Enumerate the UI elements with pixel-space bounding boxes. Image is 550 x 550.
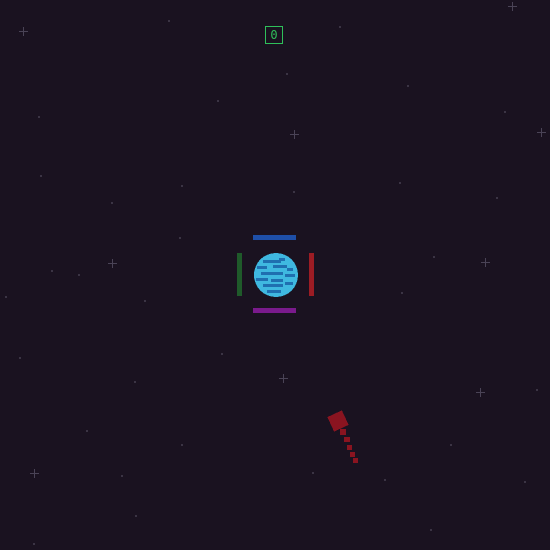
star-dot: [433, 256, 435, 258]
star-dot: [430, 529, 432, 531]
star-dot: [121, 475, 123, 477]
score-counter: 0: [265, 26, 283, 44]
star-dot: [181, 185, 183, 187]
star-dot: [524, 481, 526, 483]
star-dot: [144, 300, 146, 302]
star-dot: [399, 182, 401, 184]
star-icon: [508, 2, 517, 11]
star-dot: [504, 111, 506, 113]
shield-bottom: [253, 308, 296, 313]
star-icon: [537, 128, 546, 137]
star-dot: [40, 175, 42, 177]
star-dot: [536, 389, 538, 391]
shield-right: [309, 253, 314, 296]
star-dot: [384, 479, 386, 481]
star-dot: [19, 357, 21, 359]
star-dot: [312, 472, 314, 474]
planet-icon: [254, 253, 298, 297]
score-value: 0: [270, 28, 278, 42]
star-dot: [286, 73, 288, 75]
star-dot: [33, 543, 35, 545]
star-icon: [30, 469, 39, 478]
game-canvas[interactable]: 0: [0, 0, 550, 550]
star-icon: [108, 259, 117, 268]
star-dot: [134, 381, 136, 383]
star-dot: [179, 237, 181, 239]
star-dot: [78, 274, 80, 276]
star-dot: [181, 444, 183, 446]
star-dot: [407, 85, 409, 87]
star-icon: [290, 130, 299, 139]
star-icon: [481, 258, 490, 267]
star-icon: [476, 388, 485, 397]
star-dot: [38, 116, 40, 118]
star-dot: [135, 515, 137, 517]
star-icon: [19, 27, 28, 36]
star-dot: [217, 100, 219, 102]
shield-top: [253, 235, 296, 240]
star-dot: [401, 292, 403, 294]
star-dot: [111, 202, 113, 204]
shield-left: [237, 253, 242, 296]
star-dot: [86, 430, 88, 432]
star-dot: [51, 270, 53, 272]
star-dot: [450, 444, 452, 446]
star-dot: [168, 20, 170, 22]
star-dot: [339, 26, 341, 28]
star-dot: [5, 296, 7, 298]
star-dot: [221, 353, 223, 355]
meteor-icon: [327, 410, 358, 463]
star-icon: [279, 374, 288, 383]
star-dot: [293, 191, 295, 193]
star-dot: [496, 197, 498, 199]
